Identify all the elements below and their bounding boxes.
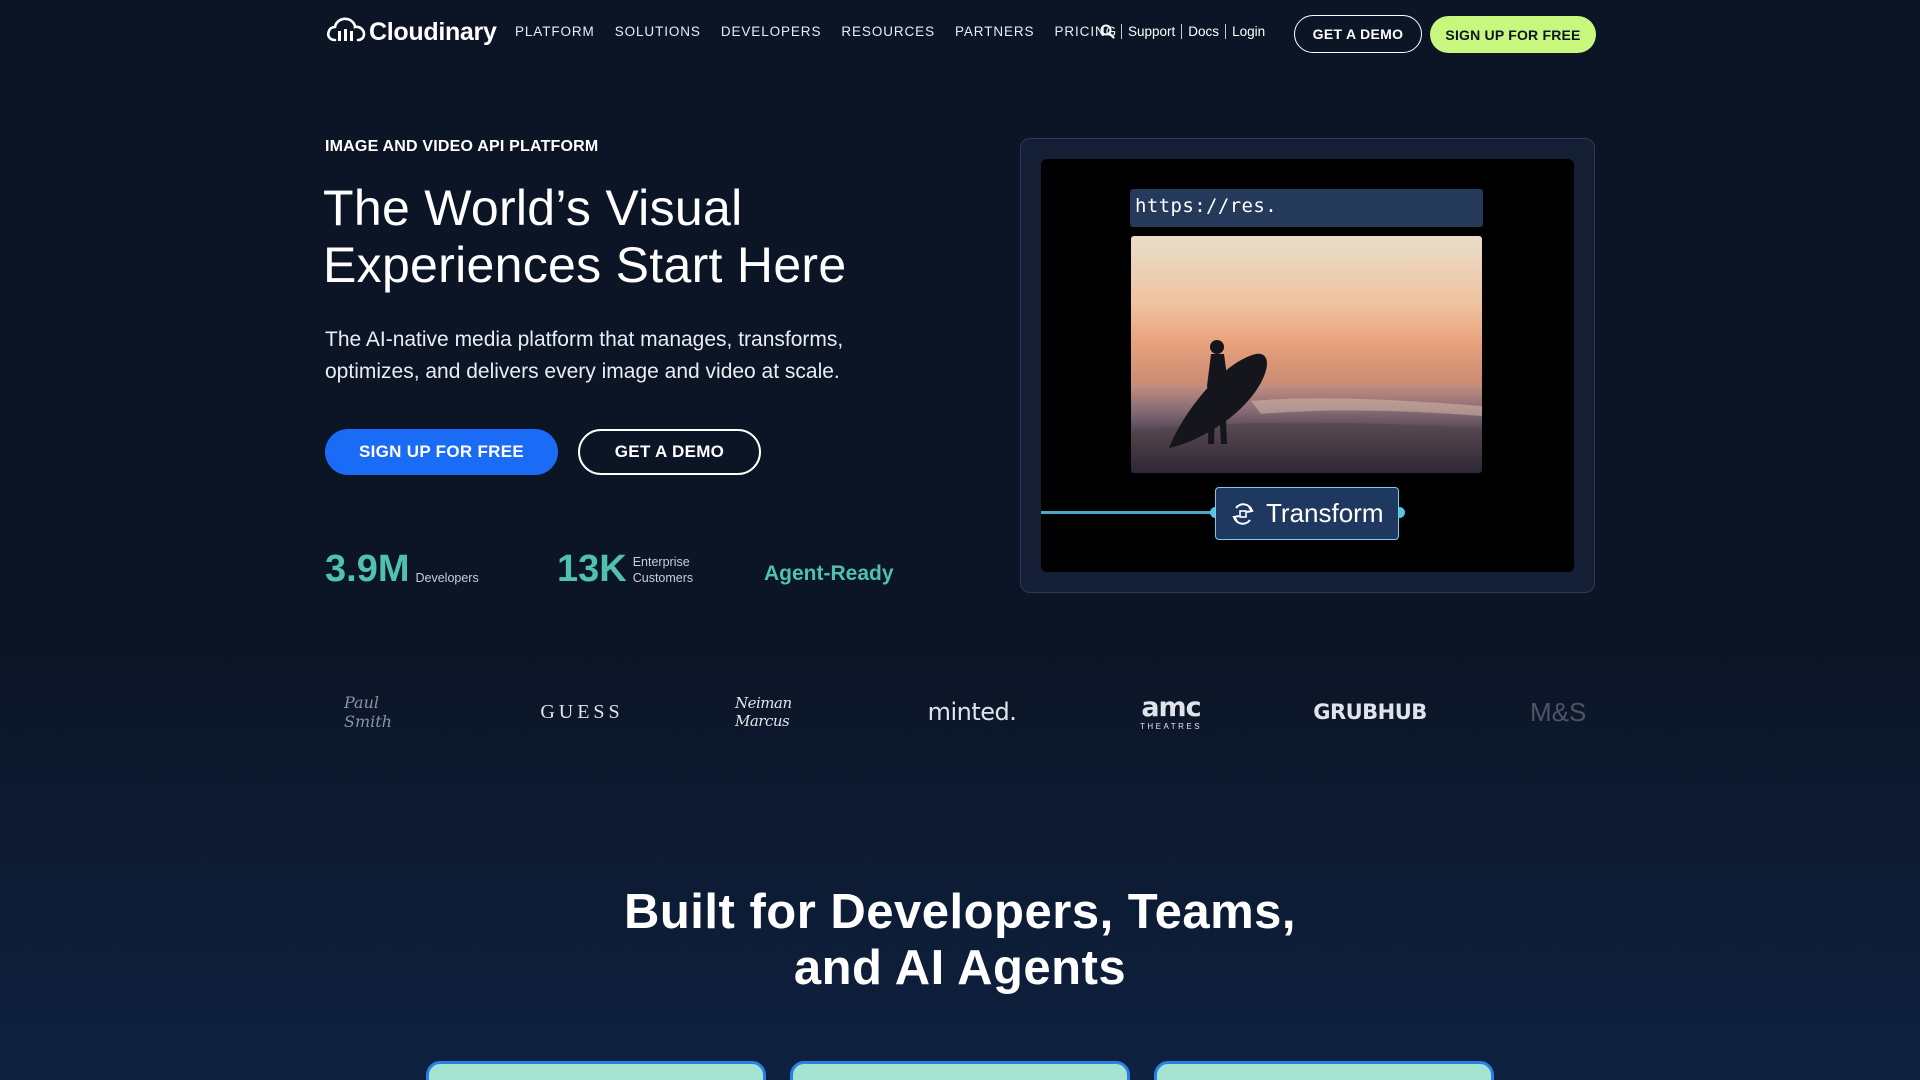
divider — [1121, 24, 1122, 39]
feature-card[interactable] — [1154, 1061, 1494, 1080]
hero-title-line: Experiences Start Here — [323, 237, 847, 293]
section-title-line: and AI Agents — [793, 941, 1127, 995]
transform-button[interactable]: Transform — [1215, 487, 1399, 540]
hero-subtitle: The AI-native media platform that manage… — [325, 324, 905, 388]
feature-card[interactable] — [426, 1061, 766, 1080]
stat-value: 13K — [557, 548, 627, 590]
nav-item-platform[interactable]: PLATFORM — [515, 24, 595, 39]
utility-nav: Support Docs Login — [1100, 24, 1265, 39]
logo-amc-text: amc — [1141, 691, 1201, 723]
customer-logos: Paul Smith GUESS Neiman Marcus minted. a… — [330, 690, 1595, 734]
stat-label-line: Enterprise — [632, 555, 690, 569]
stat-label-line: Customers — [632, 571, 694, 585]
support-link[interactable]: Support — [1128, 24, 1175, 39]
logo-grubhub: GRUBHUB — [1313, 700, 1427, 724]
stat-value: 3.9M — [325, 548, 410, 590]
stat-label: Enterprise Customers — [633, 554, 693, 588]
hero-signup-button[interactable]: SIGN UP FOR FREE — [325, 429, 558, 475]
logo-minted: minted. — [927, 698, 1017, 726]
demo-canvas: https://res. Transform — [1041, 159, 1574, 572]
stat-enterprise: 13K Enterprise Customers — [557, 550, 693, 588]
nav-item-resources[interactable]: RESOURCES — [841, 24, 935, 39]
logo-paul-smith: Paul Smith — [344, 693, 392, 731]
stat-developers: 3.9M Developers — [325, 550, 479, 588]
brand-logo[interactable]: Cloudinary — [326, 16, 497, 49]
main-nav: PLATFORM SOLUTIONS DEVELOPERS RESOURCES … — [515, 24, 1117, 39]
login-link[interactable]: Login — [1232, 24, 1265, 39]
header-signup-button[interactable]: SIGN UP FOR FREE — [1430, 16, 1596, 53]
hero-subtitle-line: The AI-native media platform that manage… — [325, 328, 844, 351]
nav-item-developers[interactable]: DEVELOPERS — [721, 24, 822, 39]
divider — [1181, 24, 1183, 39]
logo-neiman-marcus: Neiman Marcus — [735, 694, 792, 730]
brand-name: Cloudinary — [369, 18, 497, 46]
divider — [1225, 24, 1227, 39]
header-demo-button[interactable]: GET A DEMO — [1294, 15, 1422, 53]
hero-title: The World’s Visual Experiences Start Her… — [323, 180, 943, 294]
stat-label: Developers — [415, 571, 479, 585]
nav-item-partners[interactable]: PARTNERS — [955, 24, 1034, 39]
search-icon[interactable] — [1100, 24, 1115, 39]
cloudinary-cloud-icon — [326, 16, 366, 49]
hero-subtitle-line: optimizes, and delivers every image and … — [325, 360, 840, 383]
site-header: Cloudinary PLATFORM SOLUTIONS DEVELOPERS… — [0, 0, 1920, 68]
transform-label: Transform — [1266, 498, 1384, 528]
nav-item-solutions[interactable]: SOLUTIONS — [615, 24, 701, 39]
logo-guess: GUESS — [540, 700, 624, 723]
hero-title-line: The World’s Visual — [323, 180, 743, 236]
flow-connector — [1041, 511, 1215, 514]
surfer-sunset-image — [1131, 236, 1482, 473]
hero-demo-button[interactable]: GET A DEMO — [578, 429, 761, 475]
section-title-line: Built for Developers, Teams, — [623, 885, 1297, 939]
docs-link[interactable]: Docs — [1188, 24, 1219, 39]
logo-ms: M&S — [1530, 696, 1587, 727]
transform-demo: https://res. Transform — [1020, 138, 1595, 593]
demo-url-bar: https://res. — [1130, 189, 1483, 227]
feature-card[interactable] — [790, 1061, 1130, 1080]
agent-ready-label: Agent-Ready — [764, 562, 894, 585]
logo-amc-subtext: THEATRES — [1139, 721, 1203, 731]
logo-amc-theatres: amc THEATRES — [1135, 690, 1207, 734]
section-title: Built for Developers, Teams, and AI Agen… — [560, 884, 1360, 996]
transform-icon — [1230, 501, 1256, 527]
hero-eyebrow: IMAGE AND VIDEO API PLATFORM — [325, 138, 599, 155]
